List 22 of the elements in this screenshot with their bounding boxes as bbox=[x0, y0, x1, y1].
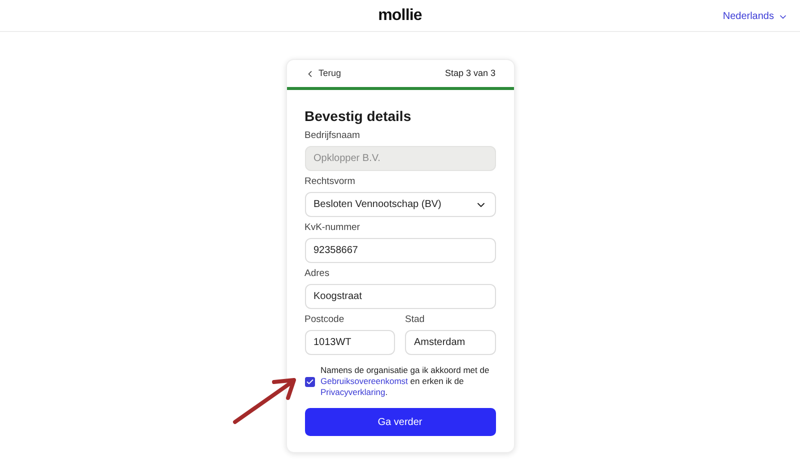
field-label: Stad bbox=[405, 314, 426, 326]
input-field[interactable]: 1013WT bbox=[304, 330, 395, 355]
input-field[interactable]: Amsterdam bbox=[405, 330, 496, 355]
field-label: Rechtsvorm bbox=[304, 176, 356, 188]
consent-text: Namens de organisatie ga ik akkoord met de Gebruiksovereenkomst en erken ik de Privacyverklaring. bbox=[320, 365, 490, 398]
select-field[interactable]: Besloten Vennootschap (BV) bbox=[304, 192, 496, 217]
continue-button[interactable]: Ga verder bbox=[304, 408, 496, 436]
field-label: Postcode bbox=[304, 314, 346, 326]
language-selector[interactable]: Nederlands bbox=[722, 9, 788, 24]
input-field[interactable]: 92358667 bbox=[304, 238, 496, 263]
consent-checkbox[interactable] bbox=[304, 376, 314, 386]
terms-link[interactable]: Gebruiksovereenkomst bbox=[320, 376, 408, 386]
step-indicator: Stap 3 van 3 bbox=[444, 66, 496, 80]
check-icon bbox=[306, 378, 314, 386]
logo: mollie bbox=[378, 6, 422, 26]
field-label: Bedrijfsnaam bbox=[304, 130, 361, 142]
back-link[interactable]: Terug bbox=[304, 66, 342, 80]
form-title: Bevestig details bbox=[304, 107, 412, 125]
field-label: KvK-nummer bbox=[304, 222, 361, 234]
field-label: Adres bbox=[304, 268, 330, 280]
privacy-link[interactable]: Privacyverklaring bbox=[320, 387, 386, 397]
input-field[interactable]: Koogstraat bbox=[304, 284, 496, 309]
